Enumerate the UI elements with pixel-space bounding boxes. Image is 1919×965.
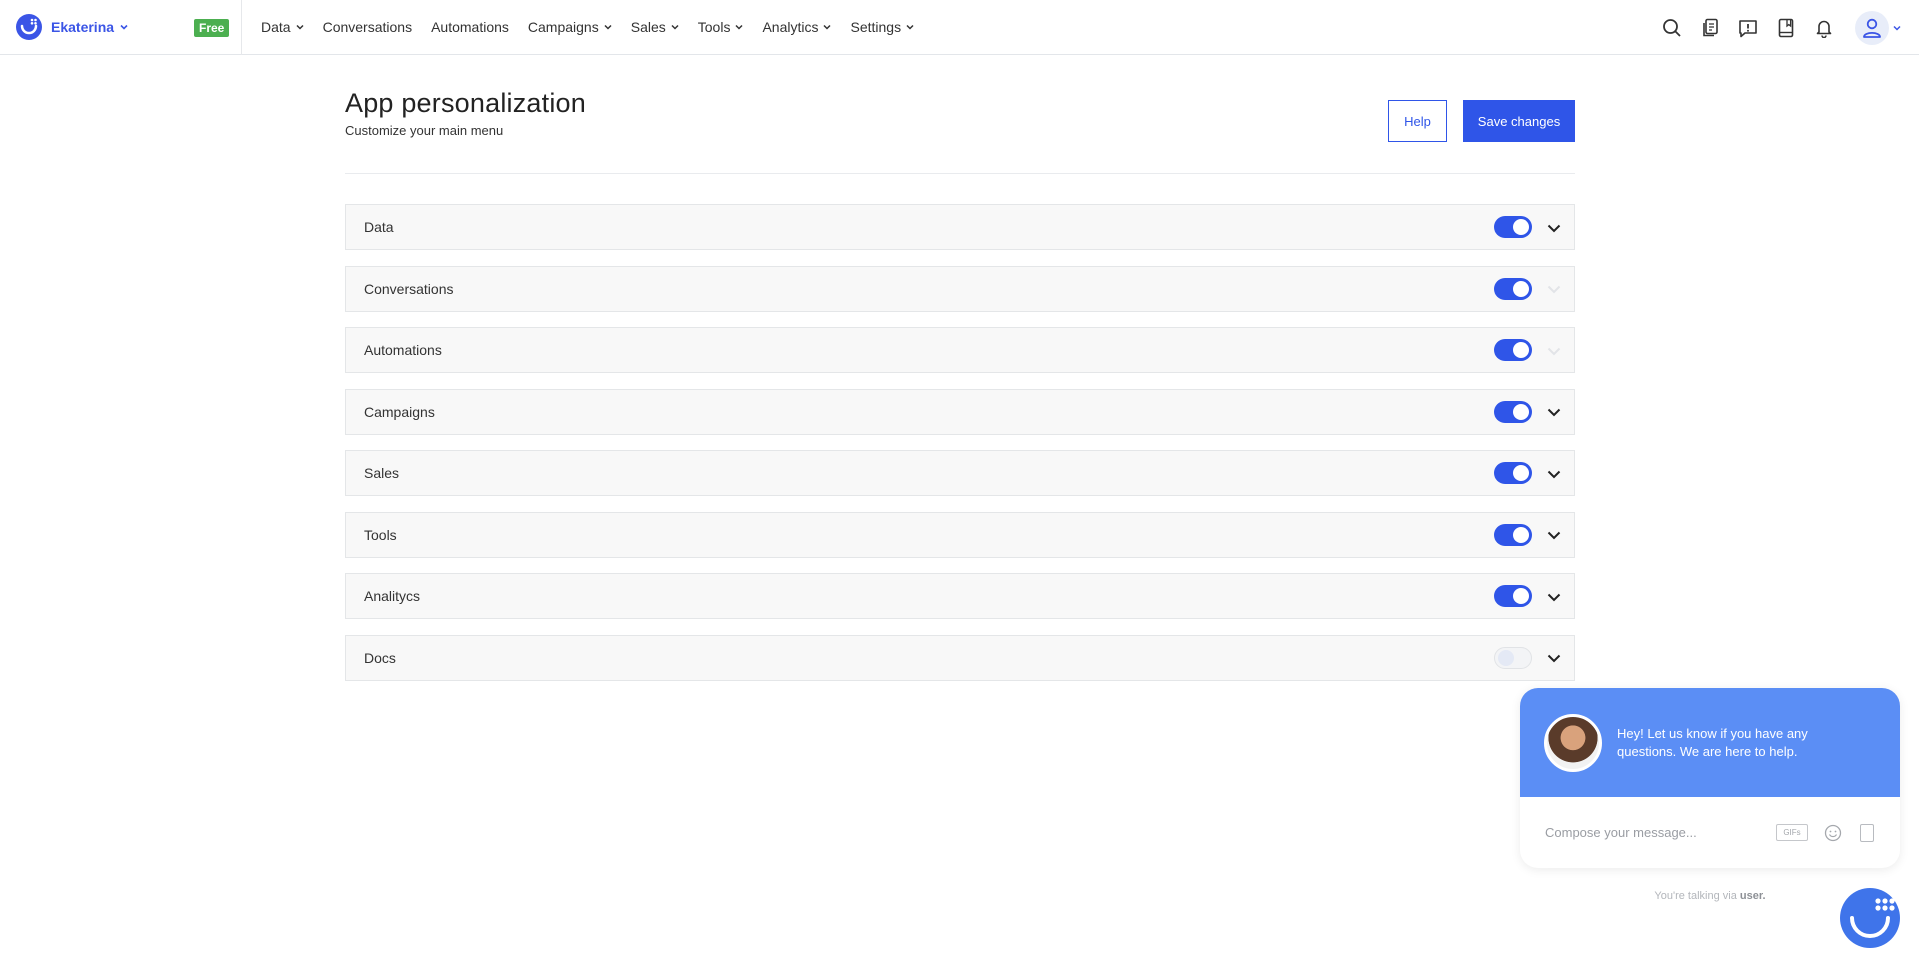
expand-chevron-icon[interactable] (1544, 649, 1564, 669)
attachment-icon[interactable] (1860, 824, 1874, 842)
top-navbar: Ekaterina Free Data Conversations Automati… (0, 0, 1919, 55)
toggle-knob (1513, 219, 1529, 235)
nav-item-label[interactable]: Analytics (762, 19, 818, 35)
visibility-toggle[interactable] (1494, 339, 1532, 361)
visibility-toggle[interactable] (1494, 523, 1532, 546)
chevron-down-icon (735, 24, 743, 30)
menu-row-conversations: Conversations (345, 265, 1575, 312)
nav-item-label[interactable]: Sales (631, 19, 666, 35)
brand-switcher[interactable]: Ekaterina Free (0, 0, 242, 55)
book-icon[interactable] (1775, 17, 1797, 39)
visibility-toggle[interactable] (1494, 585, 1532, 607)
visibility-toggle[interactable] (1494, 277, 1532, 300)
feedback-icon[interactable] (1737, 17, 1759, 39)
avatar[interactable] (1855, 10, 1889, 45)
menu-row-campaigns: Campaigns (345, 388, 1575, 435)
expand-chevron-icon[interactable] (1544, 403, 1564, 423)
menu-row-docs: Docs (345, 634, 1575, 681)
toggle-knob (1513, 280, 1529, 297)
agent-avatar (1544, 713, 1602, 772)
menu-row-label: Conversations (364, 280, 454, 297)
nav-item-label[interactable]: Automations (431, 19, 509, 35)
emoji-icon[interactable] (1824, 824, 1842, 842)
chat-widget: Hey! Let us know if you have any questio… (1520, 688, 1900, 868)
help-button[interactable]: Help (1388, 100, 1447, 142)
chat-header: Hey! Let us know if you have any questio… (1520, 688, 1900, 797)
menu-row-label: Automations (364, 342, 442, 358)
menu-row-label: Tools (364, 526, 397, 543)
visibility-toggle[interactable] (1494, 216, 1532, 238)
menu-row-tools: Tools (345, 511, 1575, 558)
chat-launcher-button[interactable] (1840, 888, 1900, 948)
chevron-down-icon (120, 24, 128, 30)
menu-row-sales: Sales (345, 450, 1575, 496)
chat-greeting: Hey! Let us know if you have any questio… (1617, 725, 1808, 759)
menu-row-label: Docs (364, 649, 396, 666)
search-icon[interactable] (1661, 17, 1683, 39)
chevron-down-icon (671, 24, 679, 30)
expand-chevron-icon (1544, 341, 1564, 361)
nav-item-label[interactable]: Conversations (323, 19, 413, 35)
via-prefix: You're talking via (1654, 890, 1737, 902)
main-menu: Data Conversations Automations Campaigns Sal… (261, 19, 933, 35)
nav-item-label[interactable]: Campaigns (528, 19, 599, 35)
toggle-knob (1513, 465, 1529, 481)
chevron-down-icon (604, 24, 612, 30)
plan-badge: Free (194, 18, 230, 37)
nav-item-tools[interactable]: Tools (698, 19, 744, 35)
visibility-toggle[interactable] (1494, 462, 1532, 484)
nav-item-label[interactable]: Data (261, 19, 291, 35)
visibility-toggle[interactable] (1494, 400, 1532, 423)
expand-chevron-icon[interactable] (1544, 587, 1564, 607)
expand-chevron-icon (1544, 280, 1564, 300)
menu-row-label: Analitycs (364, 588, 421, 604)
nav-item-campaigns[interactable]: Campaigns (528, 19, 612, 35)
header-actions (1661, 0, 1919, 55)
menu-row-automations: Automations (345, 327, 1575, 373)
menu-row-analitycs: Analitycs (345, 573, 1575, 619)
chat-compose-field[interactable]: Compose your message... GIFs (1520, 797, 1900, 868)
account-name[interactable]: Ekaterina (51, 19, 114, 35)
toggle-knob (1498, 649, 1514, 666)
documents-icon[interactable] (1699, 17, 1721, 39)
chevron-down-icon (296, 24, 304, 30)
menu-items-list: Data Conversations Automations Campaigns Sal… (345, 204, 1575, 696)
menu-row-label: Sales (364, 465, 400, 481)
logo-icon (16, 14, 42, 40)
chat-logo-icon (1850, 898, 1895, 938)
nav-item-sales[interactable]: Sales (631, 19, 679, 35)
chevron-down-icon (906, 24, 914, 30)
menu-row-label: Campaigns (364, 403, 435, 420)
user-menu[interactable] (1855, 10, 1902, 45)
toggle-knob (1513, 342, 1529, 358)
main-content: App personalization Customize your main … (345, 88, 1575, 681)
chevron-down-icon (1893, 25, 1901, 31)
nav-item-conversations[interactable]: Conversations (323, 19, 413, 35)
chat-input-placeholder[interactable]: Compose your message... (1545, 825, 1697, 840)
expand-chevron-icon[interactable] (1544, 526, 1564, 546)
toggle-knob (1513, 588, 1529, 604)
menu-row-data: Data (345, 204, 1575, 250)
menu-row-label: Data (364, 219, 394, 235)
toggle-knob (1513, 526, 1529, 543)
visibility-toggle[interactable] (1494, 646, 1532, 669)
toggle-knob (1513, 403, 1529, 420)
nav-item-settings[interactable]: Settings (850, 19, 914, 35)
bell-icon[interactable] (1813, 17, 1835, 39)
expand-chevron-icon[interactable] (1544, 218, 1564, 238)
chevron-down-icon (823, 24, 832, 30)
expand-chevron-icon[interactable] (1544, 464, 1564, 484)
user-icon (1863, 18, 1881, 38)
nav-item-label[interactable]: Tools (698, 19, 731, 35)
divider (345, 173, 1575, 174)
gifs-button[interactable]: GIFs (1776, 824, 1808, 841)
nav-item-label[interactable]: Settings (850, 19, 901, 35)
nav-item-automations[interactable]: Automations (431, 19, 509, 35)
via-name: user. (1739, 890, 1766, 902)
nav-item-data[interactable]: Data (261, 19, 304, 35)
save-changes-button[interactable]: Save changes (1463, 100, 1575, 142)
nav-item-analytics[interactable]: Analytics (762, 19, 832, 35)
